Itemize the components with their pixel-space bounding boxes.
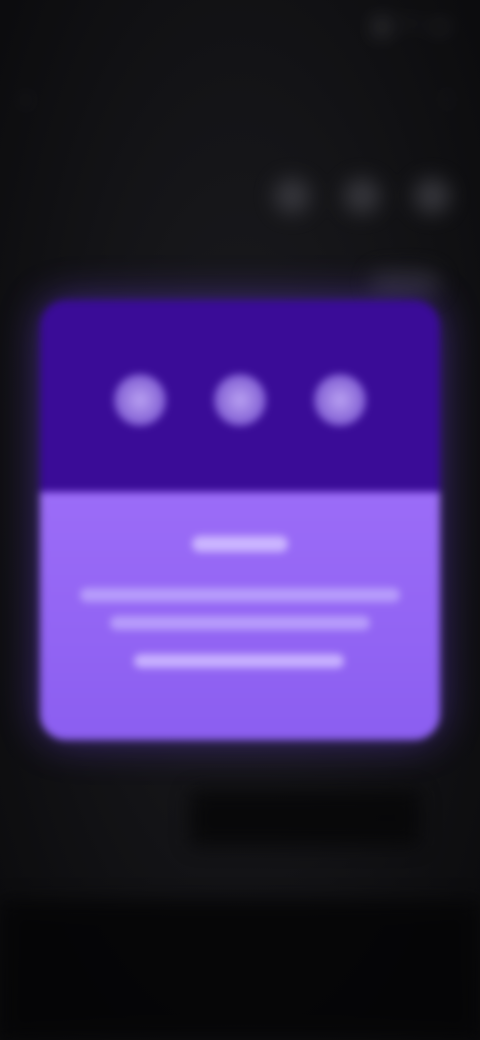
modal-text-line bbox=[80, 588, 400, 602]
dot-icon bbox=[214, 374, 266, 426]
bottom-area bbox=[0, 900, 480, 1040]
background-footer-block bbox=[190, 790, 420, 846]
modal-body bbox=[40, 492, 440, 740]
modal-text-line bbox=[110, 616, 370, 630]
app-screen: ▮ ◠ ▭ ‹ ⋮ bbox=[0, 0, 480, 1040]
action-icon[interactable] bbox=[414, 178, 450, 214]
loading-dots bbox=[40, 374, 440, 430]
modal-dialog[interactable] bbox=[40, 300, 440, 740]
dot-icon bbox=[114, 374, 166, 426]
status-icons: ▮ ◠ ▭ bbox=[377, 16, 454, 36]
back-icon[interactable]: ‹ bbox=[22, 86, 29, 112]
action-icon[interactable] bbox=[344, 178, 380, 214]
modal-title bbox=[40, 528, 440, 558]
menu-icon[interactable]: ⋮ bbox=[436, 86, 458, 112]
signal-icon: ▮ bbox=[377, 18, 392, 35]
wifi-icon: ◠ bbox=[402, 18, 423, 35]
background-actions bbox=[274, 178, 450, 214]
modal-text-line bbox=[134, 654, 344, 668]
top-app-bar: ‹ ⋮ bbox=[0, 70, 480, 126]
modal-header bbox=[40, 300, 440, 492]
dot-icon bbox=[314, 374, 366, 426]
modal-title-placeholder bbox=[192, 536, 288, 552]
action-icon[interactable] bbox=[274, 178, 310, 214]
background-chip[interactable] bbox=[370, 270, 440, 296]
status-bar: ▮ ◠ ▭ bbox=[0, 0, 480, 56]
battery-icon: ▭ bbox=[432, 18, 454, 35]
